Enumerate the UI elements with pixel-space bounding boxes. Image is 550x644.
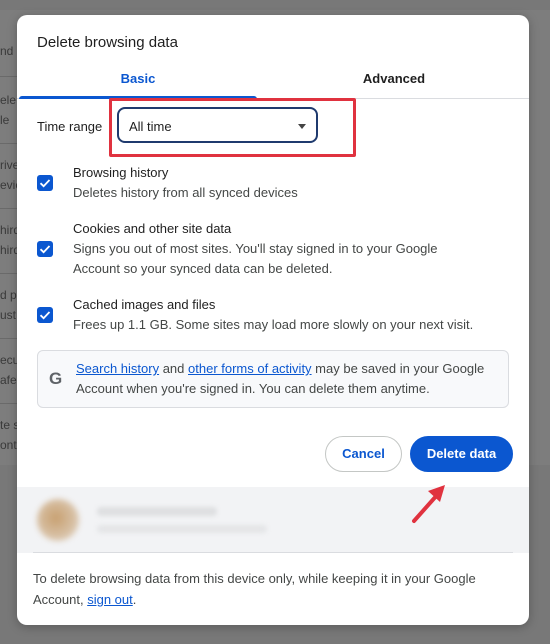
option-description: Deletes history from all synced devices — [73, 183, 513, 203]
option-description-line: Signs you out of most sites. You'll stay… — [73, 241, 438, 256]
footer-text: To delete browsing data from this device… — [33, 568, 513, 610]
option-title: Cached images and files — [73, 297, 216, 312]
cancel-button[interactable]: Cancel — [325, 436, 402, 472]
tab-advanced[interactable]: Advanced — [273, 71, 515, 99]
info-text-and: and — [159, 361, 189, 376]
tab-basic-label: Basic — [120, 71, 156, 86]
blurred-account-email — [97, 525, 267, 533]
footer-text-end: . — [132, 592, 137, 607]
cookies-checkbox[interactable] — [37, 241, 53, 257]
info-text: Search history and other forms of activi… — [76, 359, 506, 399]
option-browsing-history: Browsing history Deletes history from al… — [37, 165, 517, 205]
delete-data-button[interactable]: Delete data — [410, 436, 513, 472]
option-cached-images: Cached images and files Frees up 1.1 GB.… — [37, 297, 517, 337]
option-description: Signs you out of most sites. You'll stay… — [73, 239, 513, 279]
dropdown-caret-icon — [298, 124, 306, 129]
tab-selected-indicator — [19, 96, 257, 99]
signed-in-account-strip — [17, 487, 529, 553]
option-title: Cookies and other site data — [73, 221, 232, 236]
option-description-line: Frees up 1.1 GB. Some sites may load mor… — [73, 317, 474, 332]
blurred-account-name — [97, 507, 217, 516]
checkmark-icon — [39, 179, 51, 188]
option-description-line: Account so your synced data can be delet… — [73, 261, 333, 276]
checkmark-icon — [39, 311, 51, 320]
checkmark-icon — [39, 245, 51, 254]
cached-images-checkbox[interactable] — [37, 307, 53, 323]
time-range-value: All time — [129, 119, 172, 134]
divider — [33, 552, 513, 553]
time-range-select[interactable]: All time — [117, 107, 318, 143]
tab-bar: Basic Advanced — [17, 67, 529, 99]
tab-advanced-label: Advanced — [362, 71, 426, 86]
option-cookies: Cookies and other site data Signs you ou… — [37, 221, 517, 281]
option-description: Frees up 1.1 GB. Some sites may load mor… — [73, 315, 513, 335]
time-range-label: Time range — [37, 119, 103, 134]
option-description-line: Deletes history from all synced devices — [73, 185, 298, 200]
search-history-link[interactable]: Search history — [76, 361, 159, 376]
browsing-history-checkbox[interactable] — [37, 175, 53, 191]
delete-browsing-data-dialog: Delete browsing data Basic Advanced Time… — [17, 15, 529, 625]
other-activity-link[interactable]: other forms of activity — [188, 361, 312, 376]
option-title: Browsing history — [73, 165, 169, 180]
dialog-title: Delete browsing data — [37, 34, 178, 51]
avatar — [37, 499, 79, 541]
tab-basic[interactable]: Basic — [17, 71, 259, 99]
google-activity-info-box: G Search history and other forms of acti… — [37, 350, 509, 408]
sign-out-link[interactable]: sign out — [87, 592, 133, 607]
google-g-icon: G — [49, 369, 63, 388]
